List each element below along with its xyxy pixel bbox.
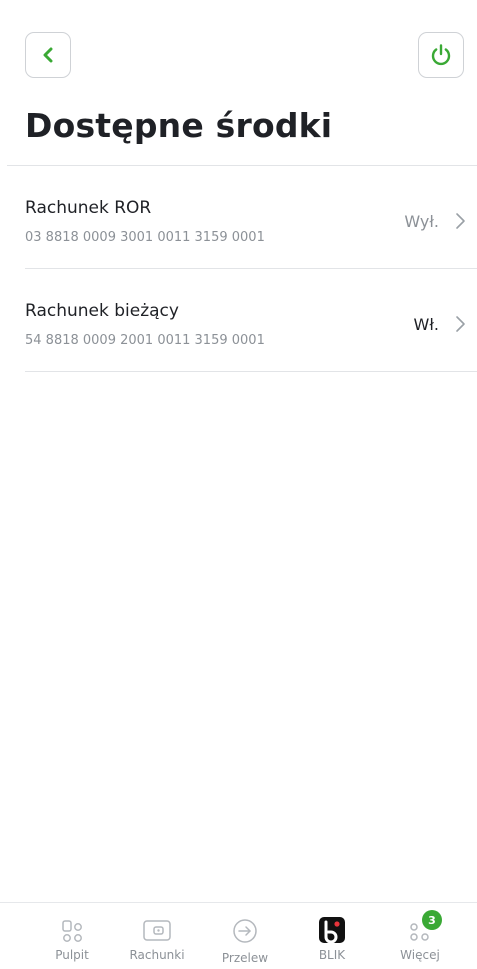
- account-row-ror[interactable]: Rachunek ROR 03 8818 0009 3001 0011 3159…: [25, 166, 477, 269]
- page-title: Dostępne środki: [25, 106, 333, 145]
- dashboard-icon: [62, 920, 82, 942]
- nav-label: BLIK: [318, 948, 346, 962]
- account-name: Rachunek bieżący: [25, 301, 179, 321]
- power-icon: [431, 44, 451, 66]
- nav-item-wiecej[interactable]: 3 Więcej: [380, 903, 460, 969]
- nav-item-pulpit[interactable]: Pulpit: [32, 903, 112, 969]
- nav-label: Rachunki: [129, 948, 185, 962]
- nav-label: Przelew: [221, 951, 269, 965]
- blik-icon: [319, 917, 345, 944]
- logout-button[interactable]: [418, 32, 464, 78]
- arrow-circle-icon: [233, 919, 257, 943]
- chevron-right-icon: [456, 213, 465, 229]
- chevron-right-icon: [456, 316, 465, 332]
- account-status: Wł.: [413, 315, 439, 334]
- nav-label: Pulpit: [55, 948, 89, 962]
- wallet-icon: [143, 920, 171, 941]
- bottom-nav: Pulpit Rachunki Przelew BLIK 3 Więcej: [0, 902, 477, 969]
- account-status: Wył.: [404, 212, 439, 231]
- chevron-left-icon: [43, 47, 53, 63]
- account-number: 03 8818 0009 3001 0011 3159 0001: [25, 230, 265, 245]
- account-number: 54 8818 0009 2001 0011 3159 0001: [25, 333, 265, 348]
- back-button[interactable]: [25, 32, 71, 78]
- nav-item-rachunki[interactable]: Rachunki: [117, 903, 197, 969]
- notification-badge: 3: [422, 910, 442, 930]
- account-name: Rachunek ROR: [25, 198, 152, 218]
- nav-label: Więcej: [400, 948, 440, 962]
- nav-item-blik[interactable]: BLIK: [292, 903, 372, 969]
- nav-item-przelew[interactable]: Przelew: [205, 903, 285, 969]
- account-row-biezacy[interactable]: Rachunek bieżący 54 8818 0009 2001 0011 …: [25, 269, 477, 372]
